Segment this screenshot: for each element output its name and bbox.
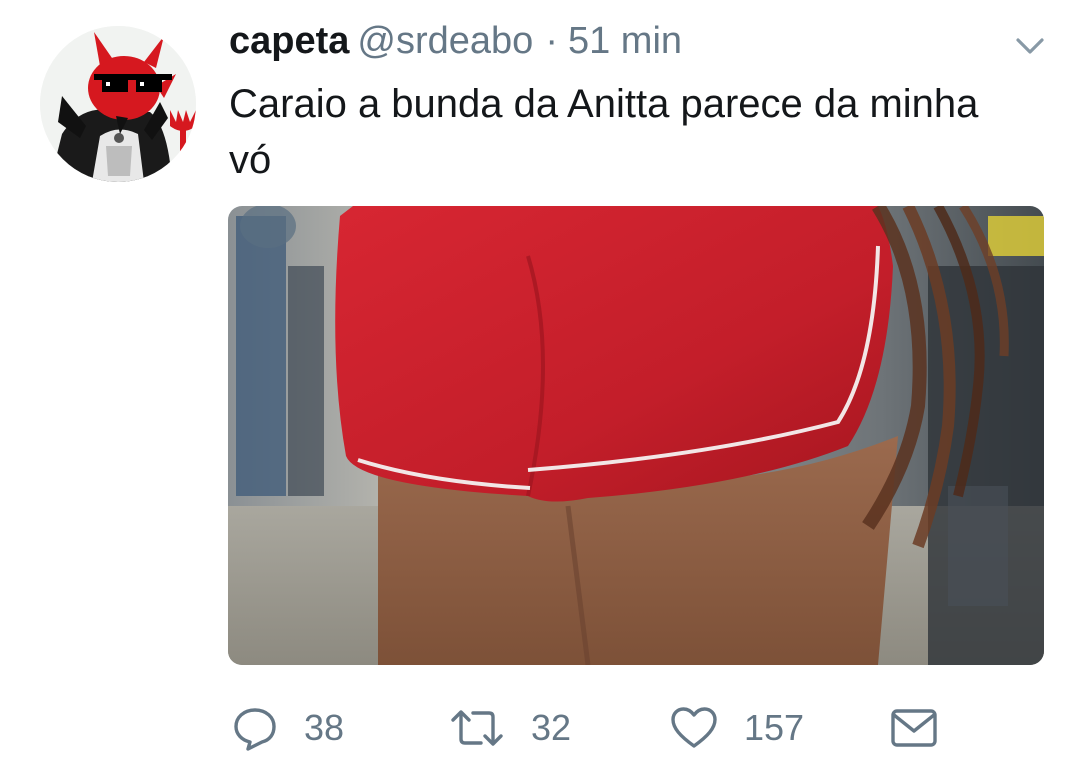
like-button[interactable]: 157 [670, 700, 804, 756]
photo-image [228, 206, 1044, 665]
reply-button[interactable]: 38 [232, 700, 344, 756]
direct-message-button[interactable] [890, 700, 938, 756]
chevron-down-icon[interactable] [1014, 34, 1046, 58]
user-handle[interactable]: @srdeabo [357, 20, 533, 62]
display-name[interactable]: capeta [229, 20, 349, 62]
heart-icon [671, 707, 717, 748]
like-count: 157 [744, 707, 805, 748]
retweet-count: 32 [531, 707, 572, 748]
tweet-text: Caraio a bunda da Anitta parece da minha… [229, 82, 979, 182]
avatar[interactable] [40, 26, 196, 182]
retweet-icon [451, 710, 503, 746]
separator-dot: · [545, 20, 558, 62]
tweet-actions: 38 32 157 [0, 700, 1080, 756]
reply-icon [234, 708, 276, 751]
devil-avatar-icon [40, 26, 196, 182]
tweet-media-photo[interactable] [228, 206, 1044, 665]
retweet-button[interactable]: 32 [449, 700, 571, 756]
envelope-icon [891, 709, 937, 747]
tweet-header: capeta @srdeabo · 51 min [229, 18, 682, 64]
reply-count: 38 [304, 707, 345, 748]
timestamp[interactable]: 51 min [568, 20, 682, 62]
